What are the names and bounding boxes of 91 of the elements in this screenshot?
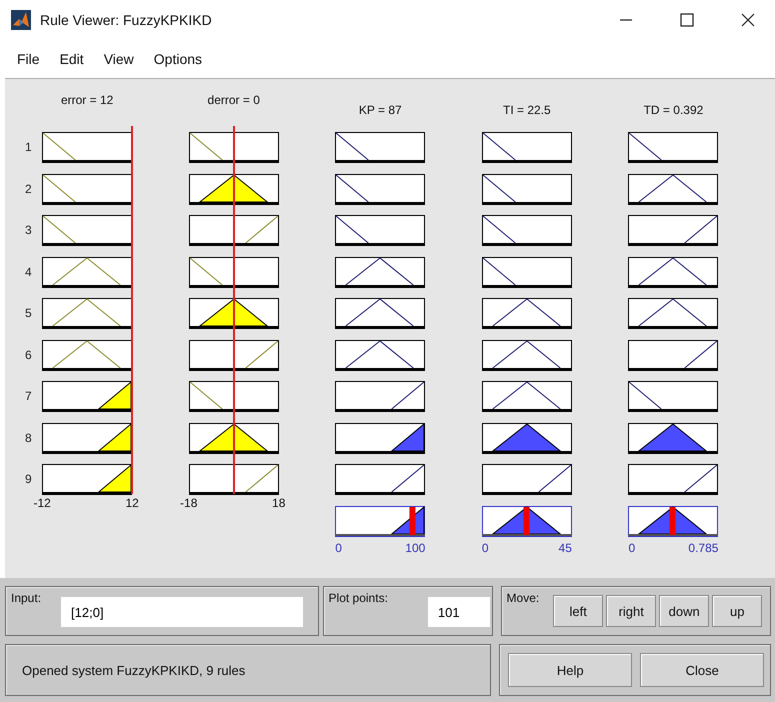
membership-plot[interactable] — [335, 381, 426, 412]
membership-plot[interactable] — [188, 132, 279, 163]
move-button[interactable]: right — [606, 595, 656, 627]
membership-plot[interactable] — [188, 464, 279, 495]
membership-plot[interactable] — [628, 256, 718, 288]
close-icon[interactable] — [741, 13, 755, 27]
membership-plot[interactable] — [188, 256, 279, 288]
membership-plot[interactable] — [42, 340, 132, 370]
membership-plot[interactable] — [42, 174, 132, 204]
membership-plot[interactable] — [335, 340, 426, 370]
membership-plot[interactable] — [482, 464, 572, 495]
rule-number: 4 — [24, 264, 33, 280]
axis-max-label: 45 — [558, 540, 572, 554]
dialog-button[interactable]: Help — [508, 653, 632, 687]
membership-plot[interactable] — [628, 381, 718, 412]
move-button[interactable]: up — [712, 595, 762, 627]
rule-number: 5 — [24, 305, 33, 322]
membership-plot[interactable] — [335, 174, 426, 204]
input-label: Input: — [11, 591, 42, 605]
membership-plot[interactable] — [335, 215, 426, 246]
status-text: Opened system FuzzyKPKIKD, 9 rules — [22, 662, 246, 678]
axis-min-label: 0 — [335, 540, 342, 554]
membership-plot[interactable] — [482, 340, 572, 370]
axis-min-label: 0 — [482, 540, 489, 554]
input-field[interactable]: [12;0] — [61, 597, 304, 627]
axis-min-label: -18 — [180, 496, 198, 510]
membership-plot[interactable] — [482, 256, 572, 288]
membership-plot[interactable] — [188, 381, 279, 412]
axis-max-label: 12 — [125, 496, 139, 510]
membership-plot[interactable] — [628, 340, 718, 370]
membership-plot[interactable] — [188, 298, 279, 329]
input-value-line[interactable] — [233, 126, 235, 494]
menu-item[interactable]: Options — [154, 51, 202, 67]
membership-plot[interactable] — [482, 132, 572, 163]
membership-plot[interactable] — [482, 422, 572, 454]
axis-min-label: 0 — [628, 540, 636, 554]
axis-max-label: 100 — [405, 540, 426, 554]
move-button[interactable]: left — [553, 595, 604, 627]
membership-plot[interactable] — [42, 256, 132, 288]
plot-points-label: Plot points: — [328, 591, 388, 605]
membership-plot[interactable] — [482, 174, 572, 204]
axis-max-label: 18 — [272, 496, 286, 510]
membership-plot[interactable] — [42, 381, 132, 412]
membership-plot[interactable] — [482, 381, 572, 412]
membership-plot[interactable] — [335, 256, 426, 288]
move-label: Move: — [506, 591, 540, 605]
input-value-line[interactable] — [131, 126, 133, 494]
membership-plot[interactable] — [335, 298, 426, 329]
membership-plot[interactable] — [335, 422, 426, 454]
membership-plot[interactable] — [335, 132, 426, 163]
axis-min-label: -12 — [33, 496, 51, 510]
membership-plot[interactable] — [42, 422, 132, 454]
membership-plot[interactable] — [188, 340, 279, 370]
rule-number: 3 — [24, 222, 33, 239]
rule-number: 1 — [24, 139, 33, 156]
membership-plot[interactable] — [188, 174, 279, 204]
rule-number: 8 — [24, 430, 33, 446]
variable-title: derror = 0 — [206, 93, 261, 107]
variable-title: KP = 87 — [358, 103, 403, 117]
membership-plot[interactable] — [42, 215, 132, 246]
menu-item[interactable]: Edit — [60, 51, 84, 67]
maximize-icon[interactable] — [680, 13, 694, 27]
membership-plot[interactable] — [628, 422, 718, 454]
rule-number: 6 — [24, 346, 33, 364]
variable-title: error = 12 — [60, 93, 114, 107]
menu-item[interactable]: View — [104, 51, 134, 67]
membership-plot[interactable] — [628, 464, 718, 495]
membership-plot[interactable] — [42, 298, 132, 329]
membership-plot[interactable] — [188, 215, 279, 246]
variable-title: TD = 0.392 — [642, 103, 704, 117]
membership-plot[interactable] — [482, 215, 572, 246]
move-button[interactable]: down — [659, 595, 710, 627]
variable-title: TI = 22.5 — [502, 103, 552, 117]
membership-plot[interactable] — [42, 132, 132, 163]
membership-plot[interactable] — [42, 464, 132, 495]
membership-plot[interactable] — [628, 132, 718, 163]
rule-number: 2 — [24, 180, 33, 198]
rule-number: 9 — [24, 471, 33, 488]
membership-plot[interactable] — [628, 215, 718, 246]
membership-plot[interactable] — [482, 298, 572, 329]
membership-plot[interactable] — [628, 174, 718, 204]
plot-points-field[interactable]: 101 — [428, 597, 490, 627]
dialog-button[interactable]: Close — [640, 653, 764, 687]
axis-max-label: 0.785 — [688, 540, 718, 554]
menu-item[interactable]: File — [17, 51, 40, 67]
membership-plot[interactable] — [335, 464, 426, 495]
window-title: Rule Viewer: FuzzyKPKIKD — [40, 12, 212, 28]
app-logo-icon — [11, 10, 31, 30]
membership-plot[interactable] — [188, 422, 279, 454]
rule-number: 7 — [24, 388, 33, 405]
membership-plot[interactable] — [628, 298, 718, 329]
